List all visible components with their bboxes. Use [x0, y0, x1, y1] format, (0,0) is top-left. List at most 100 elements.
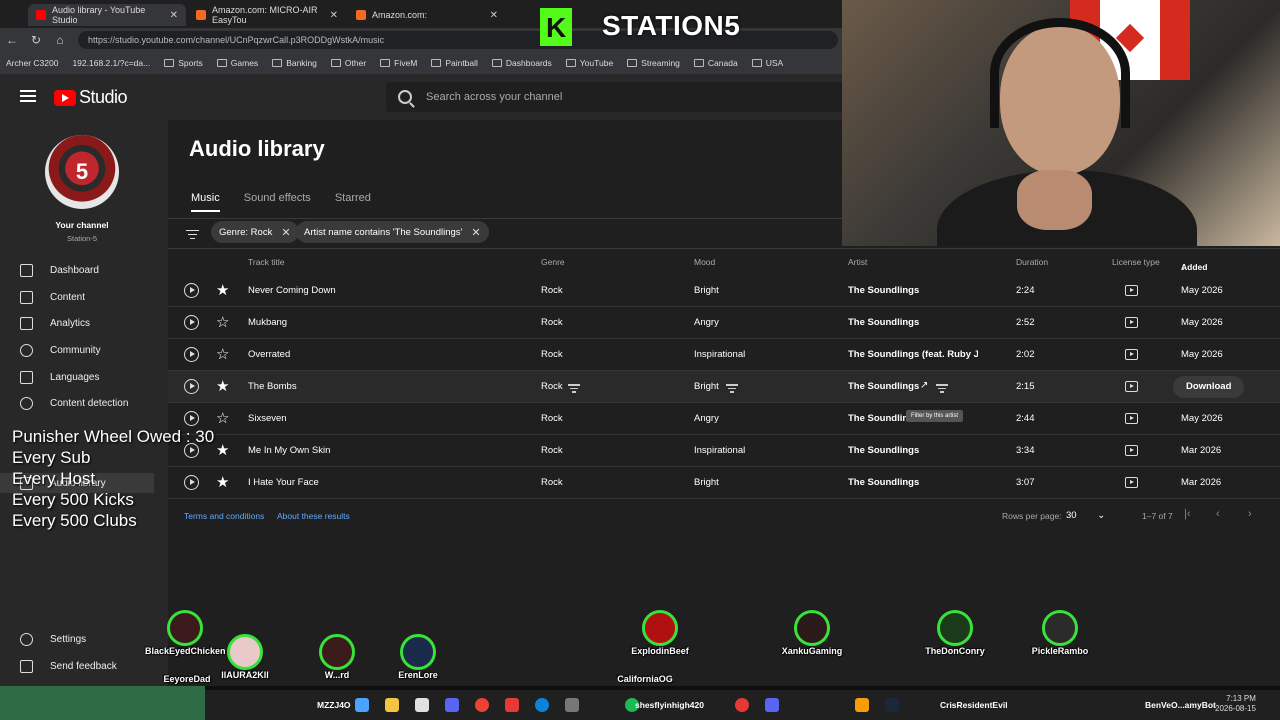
filter-chip-artist[interactable]: Artist name contains 'The Soundlings' ✕ — [296, 221, 489, 243]
app-icon[interactable] — [565, 698, 579, 712]
bookmark-folder[interactable]: FiveM — [380, 58, 417, 68]
col-genre[interactable]: Genre — [541, 257, 565, 267]
col-duration[interactable]: Duration — [1016, 257, 1048, 267]
play-icon[interactable] — [184, 379, 199, 394]
bookmark-folder[interactable]: Canada — [693, 58, 738, 68]
menu-icon[interactable] — [20, 90, 36, 102]
bookmark-folder[interactable]: Dashboards — [491, 58, 552, 68]
folder-icon — [164, 59, 175, 67]
first-page-icon[interactable]: |‹ — [1184, 508, 1191, 520]
chrome-icon[interactable] — [475, 698, 489, 712]
filter-chip-genre[interactable]: Genre: Rock ✕ — [211, 221, 299, 243]
play-icon[interactable] — [184, 411, 199, 426]
start-icon[interactable] — [355, 698, 369, 712]
filter-icon[interactable] — [186, 227, 199, 239]
webcam-feed — [842, 0, 1280, 246]
close-icon[interactable]: ✕ — [330, 10, 338, 21]
tab-sound-effects[interactable]: Sound effects — [244, 192, 311, 212]
sidebar-item-feedback[interactable]: Send feedback — [20, 656, 117, 676]
table-row[interactable]: ☆ Overrated Rock Inspirational The Sound… — [168, 339, 1280, 371]
play-icon[interactable] — [184, 347, 199, 362]
sidebar-item-community[interactable]: Community — [20, 340, 101, 360]
steam-icon[interactable] — [885, 698, 899, 712]
table-row[interactable]: ★ Never Coming Down Rock Bright The Soun… — [168, 275, 1280, 307]
studio-logo[interactable]: Studio — [54, 87, 128, 108]
system-clock[interactable]: 7:13 PM 2026-08-15 — [1215, 694, 1256, 714]
license-icon — [1125, 445, 1138, 456]
star-filled-icon[interactable]: ★ — [216, 441, 229, 459]
col-artist[interactable]: Artist — [848, 257, 867, 267]
bookmark-folder[interactable]: Banking — [272, 58, 317, 68]
store-icon[interactable] — [415, 698, 429, 712]
col-track-title[interactable]: Track title — [248, 257, 285, 267]
tab-starred[interactable]: Starred — [335, 192, 371, 212]
back-icon[interactable]: ← — [0, 33, 24, 47]
play-icon[interactable] — [184, 315, 199, 330]
table-row[interactable]: ☆ Sixseven Rock Angry The Soundlings 2:4… — [168, 403, 1280, 435]
table-row[interactable]: ★ The Bombs Rock Bright The Soundlings ↗… — [168, 371, 1280, 403]
col-mood[interactable]: Mood — [694, 257, 715, 267]
bookmark-folder[interactable]: Paintball — [431, 58, 478, 68]
bookmark-item[interactable]: 192.168.2.1/?c=da... — [72, 58, 150, 68]
sidebar-item-dashboard[interactable]: Dashboard — [20, 260, 99, 280]
download-button[interactable]: Download — [1173, 376, 1245, 398]
table-row[interactable]: ★ I Hate Your Face Rock Bright The Sound… — [168, 467, 1280, 499]
home-icon[interactable]: ⌂ — [48, 33, 72, 47]
discord-icon[interactable] — [445, 698, 459, 712]
prev-page-icon[interactable]: ‹ — [1216, 508, 1220, 520]
filter-icon[interactable] — [726, 382, 738, 393]
edge-icon[interactable] — [535, 698, 549, 712]
vlc-icon[interactable] — [855, 698, 869, 712]
bookmark-folder[interactable]: USA — [751, 58, 783, 68]
sidebar-item-content[interactable]: Content — [20, 287, 85, 307]
close-icon[interactable]: ✕ — [281, 226, 290, 239]
bookmark-folder[interactable]: Streaming — [627, 58, 680, 68]
folder-icon — [565, 59, 576, 67]
license-icon — [1125, 477, 1138, 488]
play-icon[interactable] — [184, 283, 199, 298]
bookmark-folder[interactable]: Games — [216, 58, 258, 68]
obs-icon[interactable] — [735, 698, 749, 712]
table-row[interactable]: ★ Me In My Own Skin Rock Inspirational T… — [168, 435, 1280, 467]
tab-audio-library[interactable]: Audio library - YouTube Studio ✕ — [28, 4, 186, 26]
sidebar-item-analytics[interactable]: Analytics — [20, 313, 90, 333]
close-icon[interactable]: ✕ — [471, 226, 480, 239]
valorant-icon[interactable] — [505, 698, 519, 712]
close-icon[interactable]: ✕ — [170, 10, 178, 21]
languages-icon — [20, 370, 33, 384]
col-license[interactable]: License type — [1112, 257, 1160, 267]
reload-icon[interactable]: ↻ — [24, 33, 48, 47]
wheel-overlay: Punisher Wheel Owed : 30 Every Sub Every… — [12, 427, 215, 530]
star-filled-icon[interactable]: ★ — [216, 377, 229, 395]
kick-logo: K — [540, 8, 572, 46]
star-outline-icon[interactable]: ☆ — [216, 409, 229, 427]
folder-icon — [627, 59, 638, 67]
table-header: Track title Genre Mood Artist Duration L… — [248, 257, 1208, 272]
search-input[interactable]: Search across your channel — [386, 82, 846, 112]
sidebar-item-content-detection[interactable]: Content detection — [20, 393, 128, 413]
channel-avatar[interactable]: 5 — [45, 135, 119, 209]
app-icon[interactable] — [765, 698, 779, 712]
star-filled-icon[interactable]: ★ — [216, 473, 229, 491]
star-outline-icon[interactable]: ☆ — [216, 345, 229, 363]
tab-music[interactable]: Music — [191, 192, 220, 212]
filter-icon[interactable] — [568, 382, 580, 393]
table-row[interactable]: ☆ Mukbang Rock Angry The Soundlings 2:52… — [168, 307, 1280, 339]
close-icon[interactable]: ✕ — [490, 10, 498, 21]
next-page-icon[interactable]: › — [1248, 508, 1252, 520]
rows-per-page-select[interactable]: 30 ⌄ — [1066, 510, 1105, 521]
star-outline-icon[interactable]: ☆ — [216, 313, 229, 331]
about-results-link[interactable]: About these results — [277, 511, 350, 521]
external-link-icon[interactable]: ↗ — [920, 380, 928, 391]
filter-by-artist-icon[interactable] — [936, 382, 948, 393]
star-filled-icon[interactable]: ★ — [216, 281, 229, 299]
bookmark-item[interactable]: Archer C3200 — [6, 58, 58, 68]
tab-amazon-1[interactable]: Amazon.com: MICRO-AIR EasyTou ✕ — [188, 4, 346, 26]
bookmark-folder[interactable]: Sports — [164, 58, 203, 68]
tab-amazon-2[interactable]: Amazon.com: ✕ — [348, 4, 506, 26]
sidebar-item-languages[interactable]: Languages — [20, 367, 100, 387]
sidebar-item-settings[interactable]: Settings — [20, 629, 86, 649]
bookmark-folder[interactable]: YouTube — [565, 58, 613, 68]
explorer-icon[interactable] — [385, 698, 399, 712]
bookmark-folder[interactable]: Other — [330, 58, 366, 68]
